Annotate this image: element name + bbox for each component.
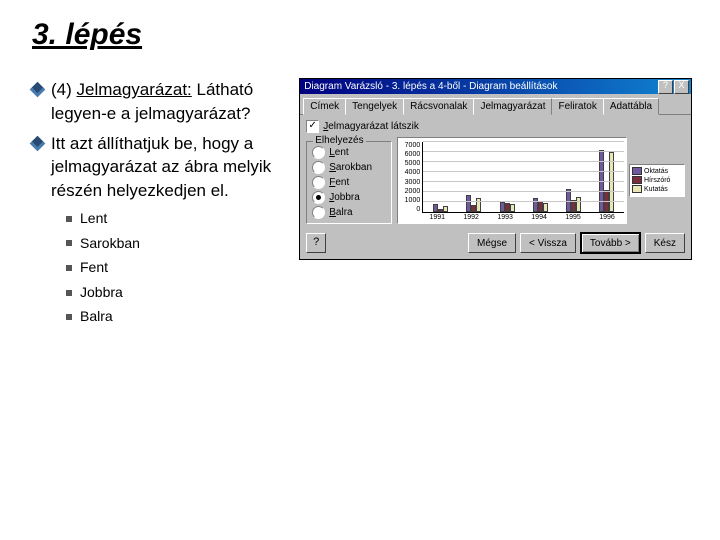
- diamond-icon: [30, 82, 46, 98]
- dialog-title: Diagram Varázsló - 3. lépés a 4-ből - Di…: [302, 81, 657, 92]
- radio-arokban[interactable]: Sarokban: [312, 161, 386, 174]
- cancel-button[interactable]: Mégse: [468, 233, 516, 253]
- sub-bullet: Jobbra: [66, 283, 289, 303]
- next-button[interactable]: Tovább >: [580, 232, 641, 254]
- radio-icon: [312, 161, 325, 174]
- finish-button[interactable]: Kész: [645, 233, 685, 253]
- show-legend-checkbox[interactable]: ✓ Jelmagyarázat látszik: [306, 120, 685, 133]
- radio-icon: [312, 176, 325, 189]
- bullet-1: (4) Jelmagyarázat: Látható legyen-e a je…: [32, 78, 289, 126]
- radio-alra[interactable]: Balra: [312, 206, 386, 219]
- square-icon: [66, 290, 72, 296]
- radio-ent[interactable]: Fent: [312, 176, 386, 189]
- sub-bullet: Fent: [66, 258, 289, 278]
- checkbox-icon: ✓: [306, 120, 319, 133]
- slide-title: 3. lépés: [32, 18, 692, 52]
- radio-ent[interactable]: Lent: [312, 146, 386, 159]
- tab-címek[interactable]: Címek: [303, 98, 346, 115]
- tab-rácsvonalak[interactable]: Rácsvonalak: [403, 98, 474, 115]
- bullet-2: Itt azt állíthatjuk be, hogy a jelmagyar…: [32, 132, 289, 203]
- context-help-button[interactable]: ?: [658, 80, 673, 94]
- square-icon: [66, 240, 72, 246]
- diamond-icon: [30, 135, 46, 151]
- sub-bullet: Sarokban: [66, 234, 289, 254]
- square-icon: [66, 314, 72, 320]
- tab-feliratok[interactable]: Feliratok: [551, 98, 603, 115]
- sub-bullet: Lent: [66, 209, 289, 229]
- sub-bullet: Balra: [66, 307, 289, 327]
- radio-obbra[interactable]: Jobbra: [312, 191, 386, 204]
- help-button[interactable]: ?: [306, 233, 326, 253]
- tab-strip: CímekTengelyekRácsvonalakJelmagyarázatFe…: [300, 94, 691, 115]
- placement-frame: Elhelyezés LentSarokbanFentJobbraBalra: [306, 141, 392, 224]
- square-icon: [66, 265, 72, 271]
- tab-tengelyek[interactable]: Tengelyek: [345, 98, 404, 115]
- square-icon: [66, 216, 72, 222]
- radio-icon: [312, 206, 325, 219]
- chart-wizard-dialog: Diagram Varázsló - 3. lépés a 4-ből - Di…: [299, 78, 692, 260]
- text-column: (4) Jelmagyarázat: Látható legyen-e a je…: [32, 78, 289, 332]
- radio-icon: [312, 191, 325, 204]
- chart-preview: 70006000500040003000200010000 1991199219…: [397, 137, 685, 224]
- back-button[interactable]: < Vissza: [520, 233, 576, 253]
- chart-legend: OktatásHírszóróKutatás: [629, 164, 685, 197]
- close-button[interactable]: X: [674, 80, 689, 94]
- radio-icon: [312, 146, 325, 159]
- tab-jelmagyarázat[interactable]: Jelmagyarázat: [473, 98, 552, 115]
- dialog-titlebar[interactable]: Diagram Varázsló - 3. lépés a 4-ből - Di…: [300, 79, 691, 94]
- tab-adattábla[interactable]: Adattábla: [603, 98, 659, 115]
